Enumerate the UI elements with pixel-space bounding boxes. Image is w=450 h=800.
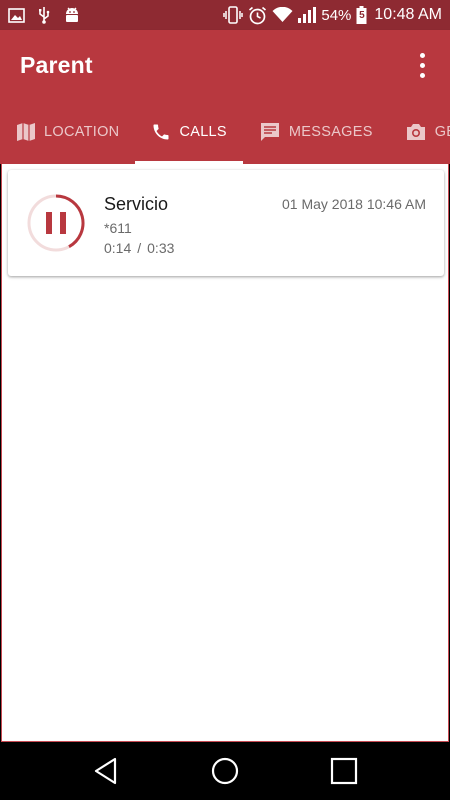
status-bar: 54% 5 10:48 AM	[0, 0, 450, 30]
tab-bar: LOCATION CALLS MESSAGES GET	[0, 100, 450, 164]
call-datetime: 01 May 2018 10:46 AM	[282, 196, 426, 212]
battery-percent: 54%	[321, 6, 352, 24]
map-icon	[16, 122, 36, 142]
tab-calls[interactable]: CALLS	[135, 100, 244, 164]
android-debug-icon	[63, 6, 81, 24]
navigation-bar	[0, 742, 450, 800]
tab-label: LOCATION	[44, 124, 120, 140]
alarm-icon	[248, 6, 267, 25]
wifi-icon	[272, 7, 293, 23]
back-icon[interactable]	[90, 755, 122, 787]
message-icon	[259, 121, 281, 143]
vibrate-icon	[223, 6, 244, 24]
total-duration: 0:33	[147, 240, 175, 256]
tab-label: GET	[434, 124, 450, 140]
tab-get[interactable]: GET	[389, 100, 450, 164]
battery-digit: 5	[359, 10, 365, 21]
usb-icon	[37, 6, 51, 24]
image-icon	[8, 7, 25, 23]
time-separator: /	[137, 240, 142, 256]
playback-time: 0:14 / 0:33	[104, 240, 174, 256]
tab-label: CALLS	[179, 124, 227, 140]
tab-label: MESSAGES	[288, 124, 373, 140]
app-title: Parent	[20, 51, 93, 78]
caller-name: Servicio	[104, 194, 169, 214]
app-bar: Parent	[0, 30, 450, 100]
tab-location[interactable]: LOCATION	[0, 100, 135, 164]
battery-icon: 5	[356, 6, 367, 24]
progress-ring	[27, 194, 85, 252]
camera-icon	[405, 122, 427, 142]
signal-icon	[298, 7, 317, 23]
call-card[interactable]: Servicio *611 0:14 / 0:33 01 May 2018 10:4…	[8, 170, 444, 276]
tab-messages[interactable]: MESSAGES	[243, 100, 389, 164]
more-vert-icon[interactable]	[414, 50, 430, 80]
playback-control[interactable]	[26, 193, 86, 253]
phone-icon	[151, 122, 171, 142]
calls-list: Servicio *611 0:14 / 0:33 01 May 2018 10:4…	[1, 164, 449, 742]
elapsed-time: 0:14	[104, 240, 132, 256]
home-icon[interactable]	[209, 755, 241, 787]
clock: 10:48 AM	[374, 6, 442, 23]
pause-icon	[46, 212, 66, 234]
recents-icon[interactable]	[328, 755, 360, 787]
caller-number: *611	[104, 220, 132, 236]
